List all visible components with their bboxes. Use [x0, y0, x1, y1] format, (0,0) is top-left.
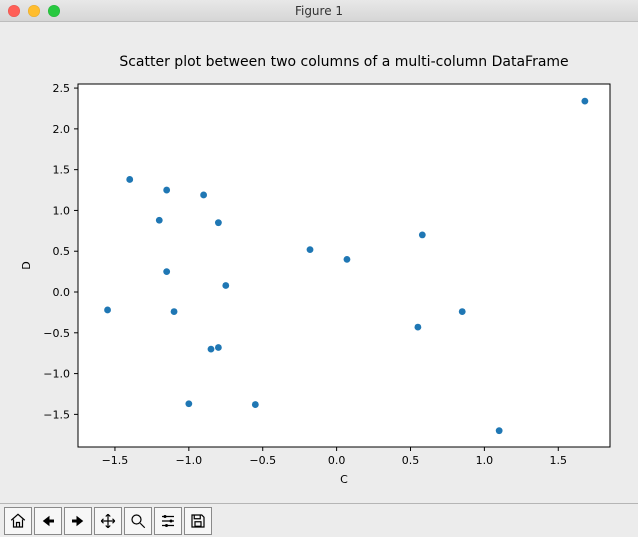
- x-tick-label: 0.5: [402, 454, 420, 467]
- pan-button[interactable]: [94, 507, 122, 535]
- titlebar: Figure 1: [0, 0, 638, 22]
- window-title: Figure 1: [0, 4, 638, 18]
- sliders-icon: [159, 512, 177, 530]
- y-tick-label: 2.5: [53, 82, 71, 95]
- data-point: [163, 268, 170, 275]
- y-tick-label: 1.0: [53, 204, 71, 217]
- y-tick-label: −1.5: [43, 408, 70, 421]
- data-point: [344, 256, 351, 263]
- chart-title: Scatter plot between two columns of a mu…: [119, 54, 568, 70]
- home-icon: [9, 512, 27, 530]
- data-point: [126, 176, 133, 183]
- x-tick-label: −1.5: [102, 454, 129, 467]
- save-button[interactable]: [184, 507, 212, 535]
- y-tick-label: 1.5: [53, 164, 71, 177]
- zoom-icon: [129, 512, 147, 530]
- move-icon: [99, 512, 117, 530]
- back-button[interactable]: [34, 507, 62, 535]
- maximize-icon[interactable]: [48, 5, 60, 17]
- data-point: [496, 427, 503, 434]
- data-point: [163, 187, 170, 194]
- y-tick-label: 2.0: [53, 123, 71, 136]
- data-point: [252, 401, 259, 408]
- figure-canvas[interactable]: −1.5 −1.0 −0.5 0.0 0.5 1.0 1.5 −1.5 −1.0 −0.5 0.0 0…: [0, 22, 638, 503]
- window-controls: [0, 5, 60, 17]
- zoom-button[interactable]: [124, 507, 152, 535]
- data-point: [581, 98, 588, 105]
- data-point: [171, 308, 178, 315]
- figure-window: Figure 1 −1.5−1.0−0.50.00.51.01.5−1.5−1.…: [0, 0, 638, 537]
- configure-button[interactable]: [154, 507, 182, 535]
- y-tick-label: 0.0: [53, 286, 71, 299]
- data-point: [222, 282, 229, 289]
- x-tick-label: 0.0: [328, 454, 346, 467]
- x-axis-label: C: [340, 473, 348, 486]
- x-tick-label: 1.5: [550, 454, 568, 467]
- y-axis-label: D: [20, 261, 33, 269]
- x-tick-label: −0.5: [249, 454, 276, 467]
- data-point: [419, 232, 426, 239]
- data-point: [215, 219, 222, 226]
- close-icon[interactable]: [8, 5, 20, 17]
- x-tick-label: −1.0: [175, 454, 202, 467]
- data-point: [104, 307, 111, 314]
- y-tick-label: −1.0: [43, 368, 70, 381]
- data-point: [185, 400, 192, 407]
- data-point: [414, 324, 421, 331]
- data-point: [208, 346, 215, 353]
- x-tick-label: 1.0: [476, 454, 494, 467]
- data-point: [215, 344, 222, 351]
- data-point: [307, 246, 314, 253]
- data-point: [459, 308, 466, 315]
- arrow-left-icon: [39, 512, 57, 530]
- data-point: [200, 192, 207, 199]
- forward-button[interactable]: [64, 507, 92, 535]
- data-point: [156, 217, 163, 224]
- save-icon: [189, 512, 207, 530]
- arrow-right-icon: [69, 512, 87, 530]
- scatter-chart: −1.5 −1.0 −0.5 0.0 0.5 1.0 1.5 −1.5 −1.0 −0.5 0.0 0…: [0, 22, 638, 503]
- mpl-toolbar: [0, 503, 638, 537]
- minimize-icon[interactable]: [28, 5, 40, 17]
- home-button[interactable]: [4, 507, 32, 535]
- y-tick-label: 0.5: [53, 245, 71, 258]
- y-tick-label: −0.5: [43, 327, 70, 340]
